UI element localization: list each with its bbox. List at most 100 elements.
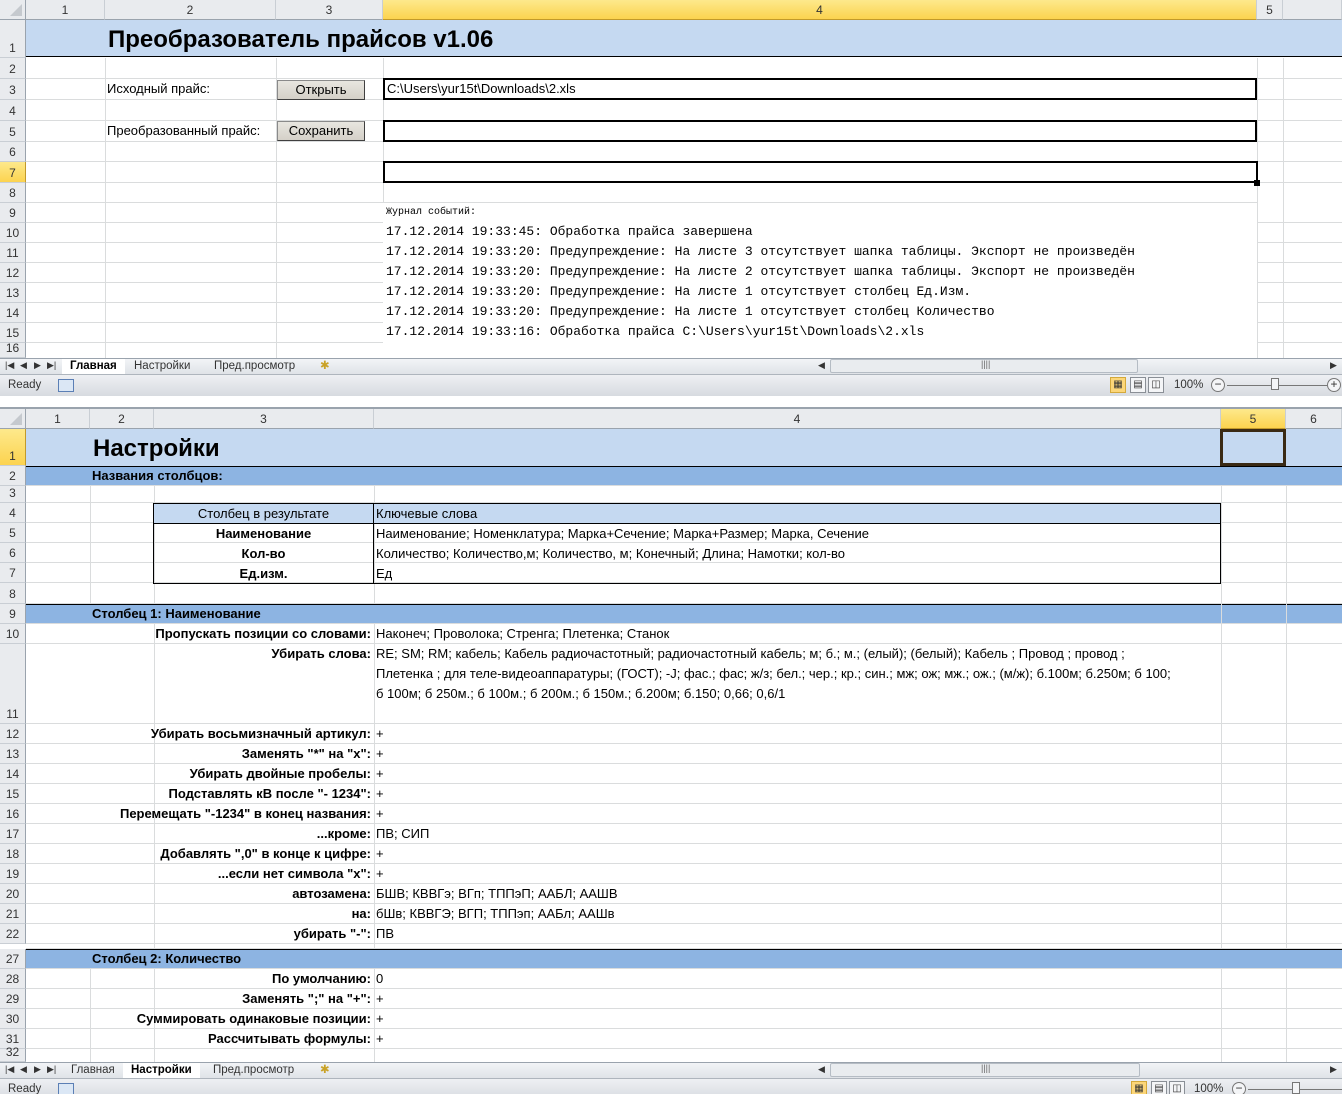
macro-record-icon[interactable]	[58, 1083, 74, 1094]
col-header-2[interactable]: 2	[105, 0, 276, 20]
zoom-in-icon[interactable]: +	[1327, 378, 1341, 392]
selected-cell-field[interactable]	[383, 161, 1258, 183]
row-header-17[interactable]: 17	[0, 824, 26, 844]
row-header-6[interactable]: 6	[0, 142, 26, 162]
page-layout-view-icon[interactable]: ▤	[1151, 1081, 1167, 1094]
remove-words-line[interactable]: RE; SM; RM; кабель; Кабель радиочастотны…	[376, 644, 1125, 664]
row-header-28[interactable]: 28	[0, 969, 26, 989]
row-header-1[interactable]: 1	[0, 20, 26, 58]
row-header-14[interactable]: 14	[0, 303, 26, 323]
tab-preview[interactable]: Пред.просмотр	[205, 1063, 302, 1078]
row-header-12[interactable]: 12	[0, 263, 26, 283]
tab-preview[interactable]: Пред.просмотр	[206, 359, 303, 374]
tab-main[interactable]: Главная	[63, 1063, 123, 1078]
col-header-1[interactable]: 1	[26, 0, 105, 20]
prev-sheet-button[interactable]: ◀	[20, 360, 27, 371]
horizontal-scrollbar[interactable]: ||||	[830, 1063, 1140, 1077]
option-value[interactable]: +	[376, 724, 384, 744]
next-sheet-button[interactable]: ▶	[34, 1064, 41, 1075]
col-header-5[interactable]: 5	[1221, 409, 1286, 429]
row-header-14[interactable]: 14	[0, 764, 26, 784]
row-header-9[interactable]: 9	[0, 203, 26, 223]
first-sheet-button[interactable]: |◀	[5, 360, 14, 371]
prev-sheet-button[interactable]: ◀	[20, 1064, 27, 1075]
row-header-8[interactable]: 8	[0, 583, 26, 604]
row-header-13[interactable]: 13	[0, 283, 26, 303]
page-break-view-icon[interactable]: ◫	[1148, 377, 1164, 393]
row-header-21[interactable]: 21	[0, 904, 26, 924]
col-header-2[interactable]: 2	[90, 409, 154, 429]
option-value[interactable]: +	[376, 804, 384, 824]
last-sheet-button[interactable]: ▶|	[47, 1064, 56, 1075]
macro-record-icon[interactable]	[58, 379, 74, 392]
row-header-30[interactable]: 30	[0, 1009, 26, 1029]
tab-main[interactable]: Главная	[62, 359, 125, 374]
col-header-6[interactable]: 6	[1286, 409, 1342, 429]
row-header-5[interactable]: 5	[0, 121, 26, 142]
option-value[interactable]: ПВ	[376, 924, 394, 944]
option-value[interactable]: +	[376, 1009, 384, 1029]
select-all-corner[interactable]	[0, 0, 26, 20]
page-break-view-icon[interactable]: ◫	[1169, 1081, 1185, 1094]
scroll-right-button[interactable]: ▶	[1330, 360, 1337, 371]
tab-settings[interactable]: Настройки	[123, 1063, 200, 1078]
col-header-3[interactable]: 3	[276, 0, 383, 20]
source-path-field[interactable]: C:\Users\yur15t\Downloads\2.xls	[383, 78, 1257, 100]
row-header-27[interactable]: 27	[0, 949, 26, 969]
row-header-13[interactable]: 13	[0, 744, 26, 764]
row-header-16[interactable]: 16	[0, 804, 26, 824]
scroll-right-button[interactable]: ▶	[1330, 1064, 1337, 1075]
option-value[interactable]: бШв; КВВГЭ; ВГП; ТППэп; ААБл; ААШв	[376, 904, 615, 924]
insert-sheet-icon[interactable]: ✱	[312, 1063, 338, 1078]
option-value[interactable]: +	[376, 744, 384, 764]
option-value[interactable]: +	[376, 764, 384, 784]
horizontal-scrollbar[interactable]: ||||	[830, 359, 1138, 373]
row-header-10[interactable]: 10	[0, 223, 26, 243]
fill-handle[interactable]	[1254, 180, 1260, 186]
option-value[interactable]: +	[376, 864, 384, 884]
save-button[interactable]: Сохранить	[277, 121, 365, 141]
scroll-left-button[interactable]: ◀	[818, 360, 825, 371]
remove-words-line[interactable]: б 100м; б 250м.; б 100м.; б 200м.; б 150…	[376, 684, 785, 704]
row-header-3[interactable]: 3	[0, 79, 26, 100]
col-header-5[interactable]: 5	[1257, 0, 1283, 20]
last-sheet-button[interactable]: ▶|	[47, 360, 56, 371]
scroll-left-button[interactable]: ◀	[818, 1064, 825, 1075]
row-header-3[interactable]: 3	[0, 486, 26, 503]
table-row-keywords[interactable]: Количество; Количество,м; Количество, м;…	[376, 544, 845, 564]
row-header-2[interactable]: 2	[0, 58, 26, 79]
output-path-field[interactable]	[383, 120, 1257, 142]
row-header-19[interactable]: 19	[0, 864, 26, 884]
skip-words-value[interactable]: Наконеч; Проволока; Стренга; Плетенка; С…	[376, 624, 669, 644]
zoom-slider-thumb[interactable]	[1271, 378, 1279, 390]
col-header-3[interactable]: 3	[154, 409, 374, 429]
row-header-16[interactable]: 16	[0, 341, 26, 358]
zoom-out-icon[interactable]: −	[1232, 1082, 1246, 1094]
col-header-4[interactable]: 4	[374, 409, 1221, 429]
selected-cell[interactable]	[1220, 429, 1286, 466]
next-sheet-button[interactable]: ▶	[34, 360, 41, 371]
row-header-22[interactable]: 22	[0, 924, 26, 944]
row-header-20[interactable]: 20	[0, 884, 26, 904]
option-value[interactable]: +	[376, 1029, 384, 1049]
col-header-1[interactable]: 1	[26, 409, 90, 429]
open-button[interactable]: Открыть	[277, 80, 365, 100]
row-header-6[interactable]: 6	[0, 543, 26, 563]
row-header-29[interactable]: 29	[0, 989, 26, 1009]
option-value[interactable]: БШВ; КВВГэ; ВГп; ТППэП; ААБЛ; ААШВ	[376, 884, 618, 904]
col-header-6[interactable]	[1283, 0, 1342, 20]
row-header-8[interactable]: 8	[0, 183, 26, 203]
option-value[interactable]: +	[376, 784, 384, 804]
col-header-4[interactable]: 4	[383, 0, 1257, 20]
row-header-7[interactable]: 7	[0, 563, 26, 583]
remove-words-line[interactable]: Плетенка ; для теле-видеоаппаратуры; (ГО…	[376, 664, 1171, 684]
row-header-7[interactable]: 7	[0, 162, 26, 183]
zoom-slider-thumb[interactable]	[1292, 1082, 1300, 1094]
option-value[interactable]: 0	[376, 969, 383, 989]
row-header-4[interactable]: 4	[0, 100, 26, 121]
row-header-1[interactable]: 1	[0, 429, 26, 466]
row-header-12[interactable]: 12	[0, 724, 26, 744]
select-all-corner[interactable]	[0, 409, 26, 429]
normal-view-icon[interactable]: ▦	[1131, 1081, 1147, 1094]
table-row-keywords[interactable]: Наименование; Номенклатура; Марка+Сечени…	[376, 524, 869, 544]
